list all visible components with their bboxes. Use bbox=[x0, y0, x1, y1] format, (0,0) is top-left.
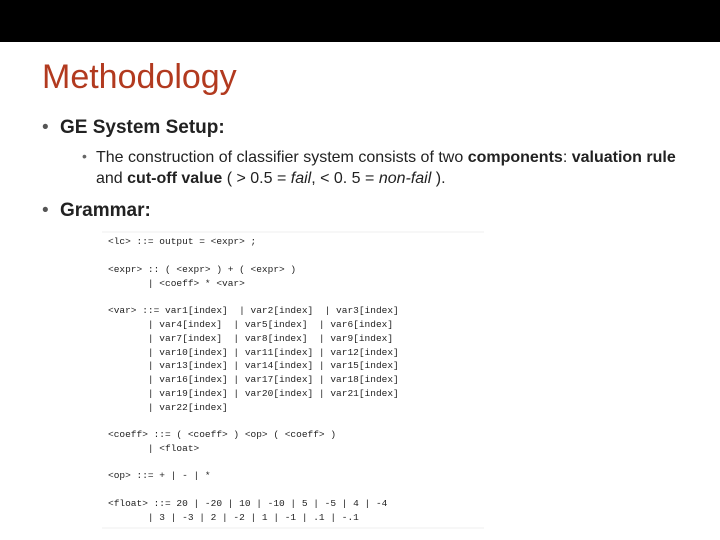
sub-bullet-list: The construction of classifier system co… bbox=[60, 147, 678, 190]
bullet-grammar-label: Grammar: bbox=[60, 200, 151, 221]
content-area: Methodology GE System Setup: The constru… bbox=[0, 42, 720, 529]
text-cutoff: cut-off value bbox=[127, 170, 222, 187]
text-components: components bbox=[468, 149, 563, 166]
bullet-ge-setup: GE System Setup: The construction of cla… bbox=[42, 115, 678, 190]
text-and: and bbox=[96, 170, 127, 187]
grammar-code-block: <lc> ::= output = <expr> ; <expr> :: ( <… bbox=[102, 231, 484, 528]
slide: Methodology GE System Setup: The constru… bbox=[0, 0, 720, 540]
text-colon: : bbox=[563, 149, 572, 166]
text-fail: fail bbox=[291, 170, 311, 187]
text-open: ( > 0.5 = bbox=[222, 170, 290, 187]
sub-bullet-components: The construction of classifier system co… bbox=[82, 147, 678, 190]
bullet-grammar: Grammar: bbox=[42, 198, 678, 224]
text-pre: The construction of classifier system co… bbox=[96, 149, 468, 166]
bullet-list: GE System Setup: The construction of cla… bbox=[42, 115, 678, 223]
text-nonfail: non-fail bbox=[379, 170, 431, 187]
text-mid: , < 0. 5 = bbox=[311, 170, 379, 187]
text-valuation: valuation rule bbox=[572, 149, 676, 166]
slide-title: Methodology bbox=[42, 58, 678, 97]
text-close: ). bbox=[431, 170, 445, 187]
bullet-ge-setup-label: GE System Setup: bbox=[60, 117, 225, 138]
top-bar bbox=[0, 0, 720, 42]
